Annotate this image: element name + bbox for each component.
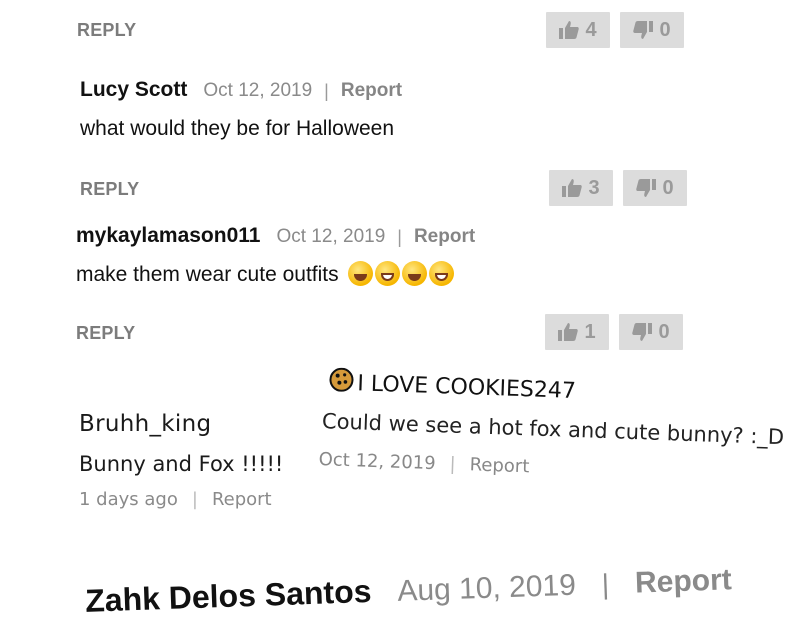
comment-time: 1 days ago bbox=[79, 489, 178, 510]
comment-date: Oct 12, 2019 bbox=[318, 449, 436, 475]
comment-text-content: make them wear cute outfits bbox=[76, 263, 339, 286]
thumbs-up-icon bbox=[559, 21, 580, 39]
report-link[interactable]: Report bbox=[634, 563, 732, 600]
thumbs-down-icon bbox=[633, 21, 654, 39]
thumbs-up-icon bbox=[558, 323, 579, 341]
comment-header: Lucy Scott Oct 12, 2019 | Report bbox=[80, 78, 402, 102]
reply-button[interactable]: REPLY bbox=[77, 20, 136, 41]
comment-author[interactable]: Bruhh_king bbox=[79, 411, 211, 437]
comment-header: I LOVE COOKIES247 bbox=[329, 367, 576, 406]
comment-meta: Oct 12, 2019 | Report bbox=[318, 449, 529, 477]
comment-header-large: Zahk Delos Santos Aug 10, 2019 | Report bbox=[80, 541, 762, 625]
comment-text: Could we see a hot fox and cute bunny? :… bbox=[321, 409, 785, 450]
thumbs-up-icon bbox=[562, 179, 583, 197]
comment-author[interactable]: mykaylamason011 bbox=[76, 224, 260, 248]
like-count: 3 bbox=[588, 176, 600, 199]
separator: | bbox=[324, 80, 329, 101]
laughing-crying-emoji bbox=[402, 261, 428, 286]
comment-card: I LOVE COOKIES247 Could we see a hot fox… bbox=[315, 365, 785, 511]
cookie-icon bbox=[329, 367, 354, 398]
like-button[interactable]: 3 bbox=[549, 170, 613, 206]
reply-button[interactable]: REPLY bbox=[80, 179, 139, 200]
report-link[interactable]: Report bbox=[469, 454, 529, 477]
comment-meta: 1 days ago | Report bbox=[79, 489, 272, 510]
report-link[interactable]: Report bbox=[414, 226, 475, 248]
separator: | bbox=[449, 453, 457, 475]
comment-date: Aug 10, 2019 bbox=[396, 568, 577, 608]
separator: | bbox=[191, 489, 198, 510]
dislike-count: 0 bbox=[662, 176, 674, 199]
comment-author[interactable]: I LOVE COOKIES247 bbox=[357, 371, 576, 404]
thumbs-down-icon bbox=[636, 179, 657, 197]
emoji-group bbox=[348, 261, 456, 286]
grinning-emoji bbox=[429, 261, 455, 286]
like-button[interactable]: 4 bbox=[546, 12, 610, 48]
grinning-emoji bbox=[375, 261, 401, 286]
thumbs-down-icon bbox=[632, 323, 653, 341]
reply-button[interactable]: REPLY bbox=[76, 323, 135, 344]
report-link[interactable]: Report bbox=[212, 489, 272, 510]
dislike-count: 0 bbox=[659, 18, 671, 41]
comment-author[interactable]: Zahk Delos Santos bbox=[85, 573, 372, 620]
separator: | bbox=[397, 226, 402, 247]
dislike-button[interactable]: 0 bbox=[619, 314, 683, 350]
separator: | bbox=[601, 568, 610, 600]
comment-date: Oct 12, 2019 bbox=[203, 80, 313, 101]
like-count: 1 bbox=[584, 320, 596, 343]
comment-text: Bunny and Fox !!!!! bbox=[79, 452, 284, 476]
laughing-crying-emoji bbox=[348, 261, 374, 286]
like-button[interactable]: 1 bbox=[545, 314, 609, 350]
comment-date: Oct 12, 2019 bbox=[276, 226, 386, 247]
comment-text: make them wear cute outfits bbox=[76, 261, 456, 287]
dislike-button[interactable]: 0 bbox=[623, 170, 687, 206]
comment-header: mykaylamason011 Oct 12, 2019 | Report bbox=[76, 224, 475, 248]
dislike-count: 0 bbox=[658, 320, 670, 343]
dislike-button[interactable]: 0 bbox=[620, 12, 684, 48]
report-link[interactable]: Report bbox=[341, 80, 402, 102]
like-count: 4 bbox=[585, 18, 597, 41]
comment-text: what would they be for Halloween bbox=[80, 117, 395, 140]
comment-author[interactable]: Lucy Scott bbox=[80, 78, 187, 102]
